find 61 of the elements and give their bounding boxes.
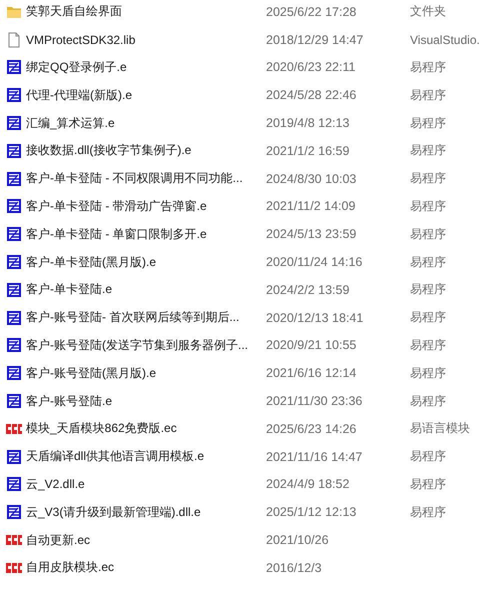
modified-date: 2021/1/2 16:59 [266,144,350,158]
file-type: 易程序 [410,170,446,188]
modified-date: 2024/8/30 10:03 [266,172,358,186]
modified-date: 2020/6/23 22:11 [266,60,356,74]
modified-date: 2020/12/13 18:41 [266,310,364,325]
modified-date: 2019/4/8 12:13 [266,116,350,130]
file-name[interactable]: 客户-单卡登陆 - 带滑动广告弹窗.e [26,198,266,215]
modified-date: 2024/4/9 18:52 [266,477,350,492]
modified-date: 2025/6/22 17:28 [266,4,358,19]
file-name[interactable]: 代理-代理端(新版).e [26,86,266,104]
file-name[interactable]: 客户-账号登陆- 首次联网后续等到期后... [26,309,266,326]
modified-date: 2025/6/23 14:26 [266,422,358,436]
file-type: 易程序 [410,504,446,521]
file-type: 易程序 [410,86,446,104]
file-type: 易程序 [410,392,446,410]
file-name[interactable]: 云_V2.dll.e [26,476,266,493]
file-name[interactable]: 客户-单卡登陆 - 不同权限调用不同功能... [26,170,266,188]
file-name[interactable]: 笑郭天盾自绘界面 [26,3,266,20]
file-name[interactable]: 客户-账号登陆.e [26,392,266,410]
modified-date: 2024/2/2 13:59 [266,282,350,297]
file-type: 易程序 [410,198,446,215]
modified-date: 2024/5/28 22:46 [266,88,358,102]
file-type: VisualStudio. [410,32,480,47]
file-name[interactable]: 接收数据.dll(接收字节集例子).e [26,142,266,160]
file-type: 易程序 [410,476,446,493]
file-type: 文件夹 [410,3,446,20]
file-name[interactable]: 绑定QQ登录例子.e [26,58,266,76]
file-type: 易程序 [410,336,446,354]
file-name[interactable]: 自动更新.ec [26,532,266,549]
file-type: 易程序 [410,364,446,382]
file-type: 易程序 [410,114,446,132]
file-name[interactable]: 云_V3(请升级到最新管理端).dll.e [26,504,266,521]
file-type: 易程序 [410,281,446,298]
modified-date: 2020/11/24 14:16 [266,255,364,270]
file-type: 易语言模块 [410,420,470,438]
modified-date: 2024/5/13 23:59 [266,227,358,242]
file-name[interactable]: 客户-账号登陆(发送字节集到服务器例子... [26,336,266,354]
modified-date: 2021/6/16 12:14 [266,366,358,380]
modified-date: 2021/11/30 23:36 [266,394,364,408]
file-type: 易程序 [410,226,446,243]
file-type: 易程序 [410,309,446,326]
file-name[interactable]: 客户-单卡登陆(黑月版).e [26,254,266,271]
modified-date: 2020/9/21 10:55 [266,338,358,352]
file-type: 易程序 [410,254,446,271]
modified-date: 2018/12/29 14:47 [266,32,364,47]
file-name[interactable]: VMProtectSDK32.lib [26,32,266,47]
file-name[interactable]: 模块_天盾模块862免费版.ec [26,420,266,438]
file-type: 易程序 [410,58,446,76]
modified-date: 2021/11/2 14:09 [266,199,356,214]
modified-date: 2025/1/12 12:13 [266,505,358,520]
file-type: 易程序 [410,448,446,466]
file-name[interactable]: 客户-单卡登陆 - 单窗口限制多开.e [26,226,266,243]
file-name[interactable]: 汇编_算术运算.e [26,114,266,132]
file-name[interactable]: 客户-单卡登陆.e [26,281,266,298]
file-name[interactable]: 客户-账号登陆(黑月版).e [26,364,266,382]
modified-date: 2021/10/26 [266,533,330,548]
modified-date: 2016/12/3 [266,560,323,575]
file-name[interactable]: 自用皮肤模块.ec [26,559,266,576]
file-name[interactable]: 天盾编译dll供其他语言调用模板.e [26,448,266,466]
file-type: 易程序 [410,142,446,160]
modified-date: 2021/11/16 14:47 [266,450,364,464]
